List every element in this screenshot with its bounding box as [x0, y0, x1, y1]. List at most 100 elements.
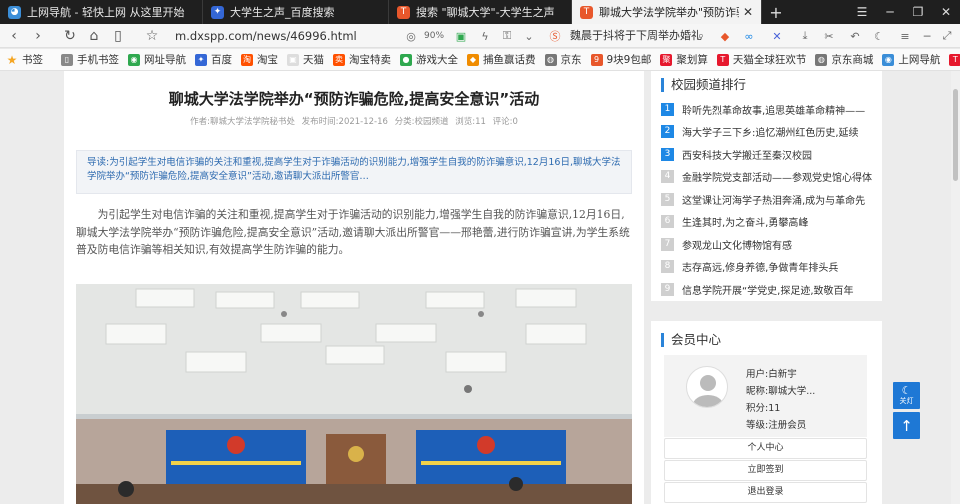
- bookmark-item[interactable]: ▣ 天猫: [287, 52, 324, 67]
- bookmark-item[interactable]: 聚聚划算: [660, 52, 708, 67]
- fish-icon: ◆: [467, 53, 479, 66]
- scissors-icon[interactable]: ✂: [822, 29, 836, 43]
- bookmark-item[interactable]: T 天猫全球狂欢节: [716, 52, 807, 67]
- ranking-item[interactable]: 7 参观龙山文化博物馆有感: [661, 233, 873, 255]
- window-list-icon[interactable]: ☰: [848, 0, 876, 24]
- article-body: 为引起学生对电信诈骗的关注和重视,提高学生对于诈骗活动的识别能力,增强学生自我的…: [76, 208, 630, 256]
- close-tab-icon[interactable]: ✕: [741, 5, 755, 19]
- bookmark-item[interactable]: ● 游戏大全: [400, 52, 458, 67]
- ranking-item[interactable]: 9 信息学院开展“学党史,探足迹,致敬百年: [661, 278, 873, 300]
- bookmark-item[interactable]: ★ 书签: [6, 52, 43, 67]
- download-icon[interactable]: ⤓: [798, 29, 812, 43]
- star-icon: ★: [6, 52, 18, 67]
- bookmark-label: 捕鱼赢话费: [483, 54, 536, 66]
- home-icon[interactable]: ⌂: [82, 24, 106, 48]
- reader-icon[interactable]: ▯: [106, 24, 130, 48]
- game-controller-icon[interactable]: ◆: [718, 29, 732, 43]
- tab-3[interactable]: T 搜索 "聊城大学"-大学生之声: [389, 0, 572, 24]
- member-user: 用户:白新宇: [746, 369, 797, 380]
- tab-label: 大学生之声_百度搜索: [230, 6, 335, 19]
- minimize-toolbar-icon[interactable]: ─: [920, 29, 934, 43]
- shield-icon[interactable]: ▣: [454, 29, 468, 43]
- ranking-number: 5: [661, 192, 674, 206]
- bookmark-item[interactable]: ◉ 上网导航: [882, 52, 940, 67]
- extension-icon[interactable]: ✕: [770, 29, 784, 43]
- ranking-item[interactable]: 4 金融学院党支部活动——参观党史馆心得体: [661, 166, 873, 188]
- close-window-icon[interactable]: ✕: [932, 0, 960, 24]
- site-t-icon: T: [397, 5, 410, 19]
- reload-icon[interactable]: ↻: [58, 24, 82, 48]
- bookmark-item[interactable]: 淘淘宝: [241, 52, 278, 67]
- bookmark-item[interactable]: 卖淘宝特卖: [333, 52, 391, 67]
- new-tab-button[interactable]: +: [762, 0, 790, 24]
- back-icon[interactable]: ‹: [2, 24, 26, 48]
- back-to-top-button[interactable]: ↑: [893, 412, 920, 439]
- lens-icon[interactable]: ◎: [404, 29, 418, 43]
- bookmark-label: 天猫全球狂欢节: [732, 54, 807, 66]
- logout-button[interactable]: 退出登录: [664, 482, 867, 503]
- bookmark-item[interactable]: 9 9块9包邮: [590, 52, 651, 67]
- personal-center-button[interactable]: 个人中心: [664, 438, 867, 459]
- night-mode-label: 关灯: [899, 397, 914, 405]
- ranking-item[interactable]: 5 这堂课让河海学子热泪奔涌,成为与革命先: [661, 188, 873, 210]
- undo-icon[interactable]: ↶: [848, 29, 862, 43]
- search-engine-icon[interactable]: Ⓢ: [548, 29, 562, 43]
- globe-icon: ◍: [815, 53, 828, 66]
- bookmark-label: 游戏大全: [416, 54, 458, 66]
- tab-active[interactable]: T 聊城大学法学院举办"预防诈骗危险, ✕: [572, 0, 762, 24]
- flash-icon[interactable]: ϟ: [478, 29, 492, 43]
- night-mode-button[interactable]: ☾ 关灯: [893, 382, 920, 409]
- moon-icon[interactable]: ☾: [872, 29, 886, 43]
- forward-icon[interactable]: ›: [26, 24, 50, 48]
- ranking-item[interactable]: 6 生逢其时,为之奋斗,勇攀高峰: [661, 211, 873, 233]
- lock-icon[interactable]: ⚿: [500, 29, 514, 43]
- maximize-icon[interactable]: ❐: [904, 0, 932, 24]
- search-icon[interactable]: ⌕: [694, 29, 708, 43]
- tab-bar: ◕ 上网导航 - 轻快上网 从这里开始 ✦ 大学生之声_百度搜索 T 搜索 "聊…: [0, 0, 960, 24]
- tmall-global-icon: T: [716, 53, 729, 66]
- bookmark-item[interactable]: ▯ 手机书签: [61, 52, 119, 67]
- menu-icon[interactable]: ≡: [898, 29, 912, 43]
- moon-icon: ☾: [901, 384, 912, 397]
- avatar[interactable]: [686, 366, 728, 408]
- bookmark-item[interactable]: T天猫精选: [949, 52, 960, 67]
- tab-1[interactable]: ◕ 上网导航 - 轻快上网 从这里开始: [0, 0, 203, 24]
- ranking-number: 8: [661, 260, 674, 273]
- bookmark-label: 上网导航: [898, 54, 941, 66]
- bookmark-label: 手机书签: [77, 54, 119, 66]
- article-title: 聊城大学法学院举办“预防诈骗危险,提高安全意识”活动: [168, 90, 540, 108]
- ranking-number: 7: [661, 237, 674, 251]
- bookmark-label: 聚划算: [676, 54, 708, 66]
- infinity-icon[interactable]: ∞: [742, 29, 756, 43]
- article-meta: 作者:聊城大学法学院秘书处 发布时间:2021-12-16 分类:校园频道 浏览…: [190, 117, 518, 127]
- zoom-level[interactable]: 90%: [424, 24, 444, 48]
- ranking-item[interactable]: 8 志存高远,修身养德,争做青年排头兵: [661, 256, 873, 278]
- check-in-button[interactable]: 立即签到: [664, 460, 867, 481]
- nav-icon: ◉: [882, 53, 895, 66]
- bookmark-item[interactable]: ◉ 网址导航: [128, 52, 186, 67]
- article-guide: 导读:为引起学生对电信诈骗的关注和重视,提高学生对于诈骗活动的识别能力,增强学生…: [76, 150, 632, 194]
- bookmark-star-icon[interactable]: ☆: [140, 24, 164, 48]
- bookmark-item[interactable]: ◍ 京东商城: [815, 52, 873, 67]
- bookmark-item[interactable]: ◆ 捕鱼赢话费: [467, 52, 536, 67]
- ranking-item[interactable]: 2 海大学子三下乡:追忆潮州红色历史,延续: [661, 121, 873, 143]
- search-input[interactable]: 魏晨于抖将于下周举办婚礼: [570, 24, 702, 48]
- dropdown-icon[interactable]: ⌄: [522, 29, 536, 43]
- bookmark-item[interactable]: ◍ 京东: [544, 52, 582, 67]
- scrollbar-thumb[interactable]: [953, 89, 958, 181]
- ranking-text: 金融学院党支部活动——参观党史馆心得体: [682, 173, 872, 184]
- ranking-text: 信息学院开展“学党史,探足迹,致敬百年: [682, 285, 854, 297]
- ranking-panel: 校园频道排行 1 聆听先烈革命故事,追思英雄革命精神—— 2 海大学子三下乡:追忆潮州…: [651, 71, 882, 301]
- page-scrollbar[interactable]: [951, 71, 960, 504]
- nav-icon: ◉: [128, 53, 140, 66]
- ranking-number: 3: [661, 147, 674, 161]
- address-bar[interactable]: m.dxspp.com/news/46996.html: [175, 24, 357, 48]
- ranking-text: 聆听先烈革命故事,追思英雄革命精神——: [682, 105, 866, 117]
- minimize-icon[interactable]: ─: [876, 0, 904, 24]
- tab-2[interactable]: ✦ 大学生之声_百度搜索: [203, 0, 389, 24]
- ranking-item[interactable]: 1 聆听先烈革命故事,追思英雄革命精神——: [661, 98, 873, 120]
- ranking-item[interactable]: 3 西安科技大学搬迁至秦汉校园: [661, 143, 873, 165]
- ranking-text: 西安科技大学搬迁至秦汉校园: [682, 150, 812, 162]
- expand-icon[interactable]: ⤢: [940, 29, 954, 43]
- bookmark-item[interactable]: ✦ 百度: [195, 52, 232, 67]
